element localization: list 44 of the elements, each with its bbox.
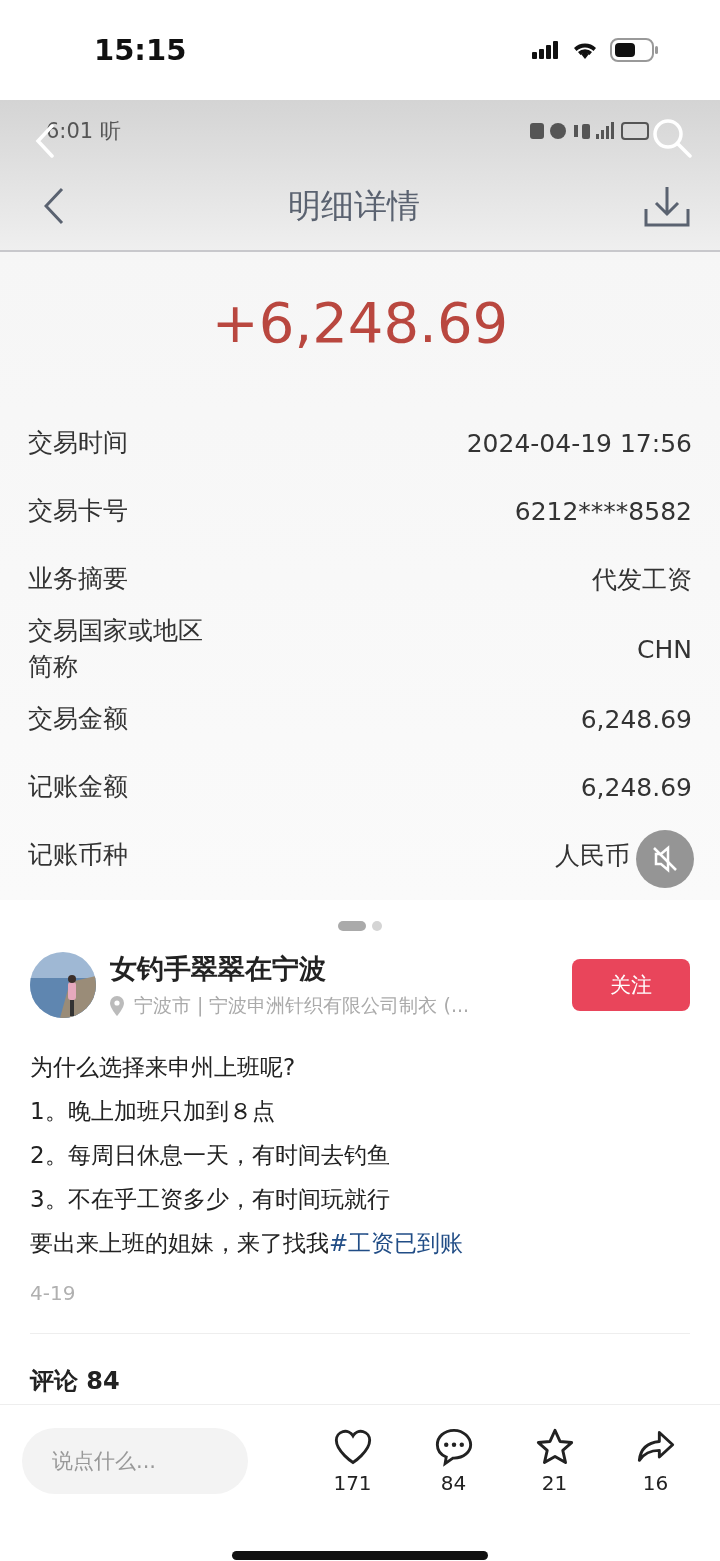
post-date: 4-19 [29, 1280, 77, 1305]
action-count: 84 [440, 1471, 467, 1495]
post-text: 为什么选择来申州上班呢? [30, 1054, 296, 1080]
inner-status-time: 6:01 听 [46, 118, 121, 145]
post-text: 要出来上班的姐妹，来了找我 [30, 1230, 329, 1256]
follow-button[interactable]: 关注 [572, 959, 690, 1011]
detail-value: 6212****8582 [514, 496, 692, 526]
detail-value: 6,248.69 [580, 772, 692, 802]
amount-value: +6,248.69 [210, 289, 510, 357]
comment-field[interactable]: 说点什么... [22, 1428, 248, 1494]
detail-value: 代发工资 [592, 563, 692, 596]
comments-header: 评论 84 [28, 1366, 121, 1397]
star-icon[interactable] [534, 1427, 575, 1467]
heart-icon[interactable] [332, 1427, 373, 1467]
speech-bubble-icon[interactable] [433, 1427, 474, 1467]
detail-label: 交易卡号 [28, 495, 128, 527]
detail-label: 记账币种 [28, 839, 128, 871]
detail-value: 2024-04-19 17:56 [466, 428, 692, 458]
mute-button[interactable] [636, 830, 694, 888]
post-text: 2。每周日休息一天，有时间去钓鱼 [30, 1142, 390, 1168]
detail-value: 6,248.69 [580, 704, 692, 734]
detail-label: 简称 [28, 651, 79, 683]
detail-label: 业务摘要 [28, 563, 128, 595]
page-dot[interactable] [372, 921, 382, 931]
post-text: 1。晚上加班只加到８点 [30, 1098, 275, 1124]
battery-icon [610, 38, 660, 62]
status-time: 15:15 [94, 33, 187, 67]
action-count: 171 [333, 1471, 372, 1495]
action-count: 16 [642, 1471, 669, 1495]
detail-label: 交易国家或地区 [28, 615, 203, 647]
post-text: 3。不在乎工资多少，有时间玩就行 [30, 1186, 390, 1212]
download-icon [644, 185, 690, 227]
hashtag-link[interactable]: #工资已到账 [329, 1230, 464, 1256]
detail-value: 人民币 [555, 839, 630, 872]
location-pin-icon [110, 996, 124, 1016]
detail-value: CHN [637, 634, 692, 664]
detail-label: 记账金额 [28, 771, 128, 803]
signal-icon [532, 41, 560, 59]
back-icon [44, 187, 64, 225]
page-title: 明细详情 [288, 184, 420, 227]
detail-label: 交易时间 [28, 427, 128, 459]
author-name[interactable]: 女钓手翠翠在宁波 [110, 951, 558, 987]
action-count: 21 [541, 1471, 568, 1495]
detail-label: 交易金额 [28, 703, 128, 735]
